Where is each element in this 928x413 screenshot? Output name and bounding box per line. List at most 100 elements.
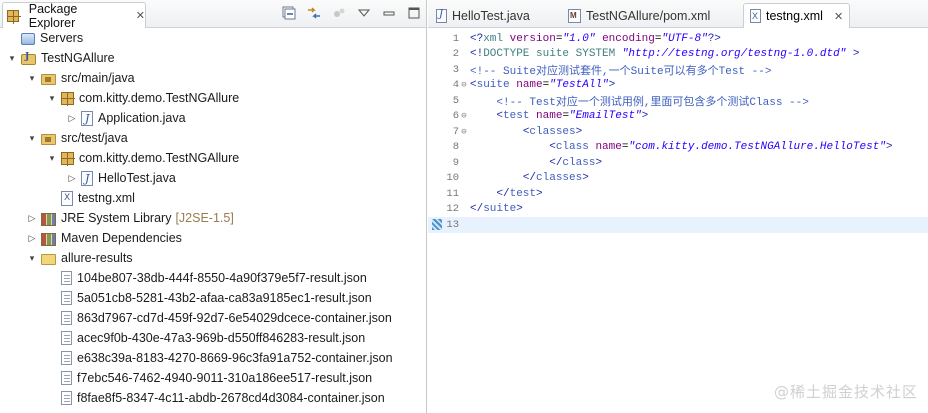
tree-item[interactable]: 5a051cb8-5281-43b2-afaa-ca83a9185ec1-res… bbox=[46, 288, 372, 308]
tree-item[interactable]: ▷ Application.java bbox=[66, 108, 186, 128]
tree-item-label: f7ebc546-7462-4940-9011-310a186ee517-res… bbox=[77, 371, 373, 385]
minimize-icon[interactable] bbox=[381, 5, 397, 21]
fold-toggle-icon[interactable]: ⊖ bbox=[459, 80, 469, 90]
tree-item-label: src/test/java bbox=[61, 131, 128, 145]
tree-item[interactable]: e638c39a-8183-4270-8669-96c3fa91a752-con… bbox=[46, 348, 393, 368]
code-line[interactable]: 2 <!DOCTYPE suite SYSTEM "http://testng.o… bbox=[428, 47, 928, 63]
package-icon bbox=[61, 152, 75, 166]
expand-arrow-icon[interactable]: ▾ bbox=[26, 132, 38, 144]
current-line-marker-icon bbox=[432, 219, 442, 231]
expand-arrow-icon[interactable]: ▾ bbox=[6, 52, 18, 64]
tree-item[interactable]: Servers bbox=[6, 28, 83, 48]
collapse-arrow-icon bbox=[46, 332, 58, 344]
server-icon bbox=[21, 33, 35, 45]
project-icon bbox=[21, 52, 36, 65]
tree-item[interactable]: 104be807-38db-444f-8550-4a90f379e5f7-res… bbox=[46, 268, 367, 288]
package-explorer-tab[interactable]: Package Explorer ✕ bbox=[2, 1, 146, 30]
code-token: > bbox=[516, 203, 523, 216]
tree-item[interactable]: ▾ TestNGAllure bbox=[6, 48, 115, 68]
line-number: 11 bbox=[446, 187, 459, 200]
tree-item[interactable]: ▾ src/test/java bbox=[26, 128, 128, 148]
line-number: 5 bbox=[452, 94, 459, 107]
collapse-arrow-icon bbox=[6, 32, 18, 44]
collapse-arrow-icon[interactable]: ▷ bbox=[26, 232, 38, 244]
tree-item[interactable]: ▾ allure-results bbox=[26, 248, 133, 268]
code-editor[interactable]: 1 <?xml version="1.0" encoding="UTF-8"?> 2… bbox=[428, 28, 928, 413]
collapse-arrow-icon bbox=[46, 292, 58, 304]
file-icon bbox=[61, 271, 72, 285]
package-explorer-icon bbox=[7, 10, 21, 24]
close-icon[interactable]: ✕ bbox=[834, 10, 843, 23]
line-number: 10 bbox=[446, 172, 459, 185]
editor-tab[interactable]: HelloTest.java bbox=[430, 3, 536, 28]
library-icon bbox=[41, 232, 56, 246]
code-line[interactable]: 8 <class name="com.kitty.demo.TestNGAllu… bbox=[428, 140, 928, 156]
code-token: <! bbox=[470, 48, 484, 61]
code-line[interactable]: 1 <?xml version="1.0" encoding="UTF-8"?> bbox=[428, 31, 928, 47]
code-token: < bbox=[549, 141, 556, 154]
code-line[interactable]: 7 ⊖ <classes> bbox=[428, 124, 928, 140]
code-token: > bbox=[582, 172, 589, 185]
code-token: <!-- Test对应一个测试用例,里面可包含多个测试Class --> bbox=[496, 96, 809, 109]
file-icon bbox=[61, 331, 72, 345]
fold-toggle-icon[interactable]: ⊖ bbox=[459, 127, 469, 137]
code-line[interactable]: 3 <!-- Suite对应测试套件,一个Suite可以有多个Test --> bbox=[428, 62, 928, 78]
collapse-arrow-icon[interactable]: ▷ bbox=[26, 212, 38, 224]
collapse-all-icon[interactable] bbox=[281, 5, 297, 21]
line-text: </classes> bbox=[469, 172, 589, 184]
java-file-icon bbox=[81, 170, 93, 186]
tree-item[interactable]: f7ebc546-7462-4940-9011-310a186ee517-res… bbox=[46, 368, 372, 388]
line-text: <test name="EmailTest"> bbox=[469, 110, 648, 122]
tree-item-label: TestNGAllure bbox=[41, 51, 115, 65]
tree-item[interactable]: ▾ com.kitty.demo.TestNGAllure bbox=[46, 88, 239, 108]
collapse-arrow-icon[interactable]: ▷ bbox=[66, 112, 78, 124]
code-line[interactable]: 5 <!-- Test对应一个测试用例,里面可包含多个测试Class --> bbox=[428, 93, 928, 109]
tree-item[interactable]: ▷ HelloTest.java bbox=[66, 168, 176, 188]
collapse-arrow-icon bbox=[46, 272, 58, 284]
fold-toggle-icon[interactable]: ⊖ bbox=[459, 111, 469, 121]
editor-tab[interactable]: testng.xml ✕ bbox=[743, 3, 851, 28]
expand-arrow-icon[interactable]: ▾ bbox=[46, 92, 58, 104]
file-icon bbox=[61, 371, 72, 385]
view-menu-icon[interactable] bbox=[356, 5, 372, 21]
tab-title: Package Explorer bbox=[28, 1, 78, 30]
expand-arrow-icon[interactable]: ▾ bbox=[26, 72, 38, 84]
code-token: <? bbox=[470, 32, 484, 45]
expand-arrow-icon[interactable]: ▾ bbox=[26, 252, 38, 264]
tree-item[interactable]: ▾ src/main/java bbox=[26, 68, 135, 88]
tree-item[interactable]: ▷ Maven Dependencies bbox=[26, 228, 182, 248]
code-line[interactable]: 9 </class> bbox=[428, 155, 928, 171]
maven-file-icon bbox=[568, 8, 581, 23]
code-line[interactable]: 6 ⊖ <test name="EmailTest"> bbox=[428, 109, 928, 125]
code-line[interactable]: 13 bbox=[428, 217, 928, 233]
tree-item[interactable]: f8fae8f5-8347-4c11-abdb-2678cd4d3084-con… bbox=[46, 388, 385, 408]
tree-item-label: testng.xml bbox=[78, 191, 135, 205]
code-token: DOCTYPE suite SYSTEM bbox=[483, 48, 622, 61]
tree-item[interactable]: 863d7967-cd7d-459f-92d7-6e54029dcece-con… bbox=[46, 308, 392, 328]
view-toolbar bbox=[281, 5, 422, 21]
close-icon[interactable]: ✕ bbox=[136, 9, 145, 22]
code-line[interactable]: 12 </suite> bbox=[428, 202, 928, 218]
tree-item-label: src/main/java bbox=[61, 71, 135, 85]
maximize-icon[interactable] bbox=[406, 5, 422, 21]
collapse-arrow-icon bbox=[46, 192, 58, 204]
code-token: "EmailTest" bbox=[569, 110, 642, 123]
code-token: test bbox=[509, 187, 537, 200]
link-with-editor-icon[interactable] bbox=[306, 5, 322, 21]
focus-on-task-icon[interactable] bbox=[331, 5, 347, 21]
tree-item[interactable]: ▾ com.kitty.demo.TestNGAllure bbox=[46, 148, 239, 168]
tree-item[interactable]: ▷ JRE System Library [J2SE-1.5] bbox=[26, 208, 234, 228]
tree-item[interactable]: acec9f0b-430e-47a3-969b-d550ff846283-res… bbox=[46, 328, 365, 348]
code-line[interactable]: 11 </test> bbox=[428, 186, 928, 202]
code-line[interactable]: 10 </classes> bbox=[428, 171, 928, 187]
code-token: suite bbox=[483, 203, 517, 216]
code-line[interactable]: 4 ⊖ <suite name="TestAll"> bbox=[428, 78, 928, 94]
tree-item[interactable]: testng.xml bbox=[46, 188, 135, 208]
code-token: "1.0" bbox=[562, 32, 596, 45]
code-token: classes bbox=[536, 172, 583, 185]
expand-arrow-icon[interactable]: ▾ bbox=[46, 152, 58, 164]
file-icon bbox=[61, 311, 72, 325]
editor-tab[interactable]: TestNGAllure/pom.xml bbox=[562, 3, 716, 28]
line-text: <!-- Test对应一个测试用例,里面可包含多个测试Class --> bbox=[469, 93, 809, 109]
collapse-arrow-icon[interactable]: ▷ bbox=[66, 172, 78, 184]
